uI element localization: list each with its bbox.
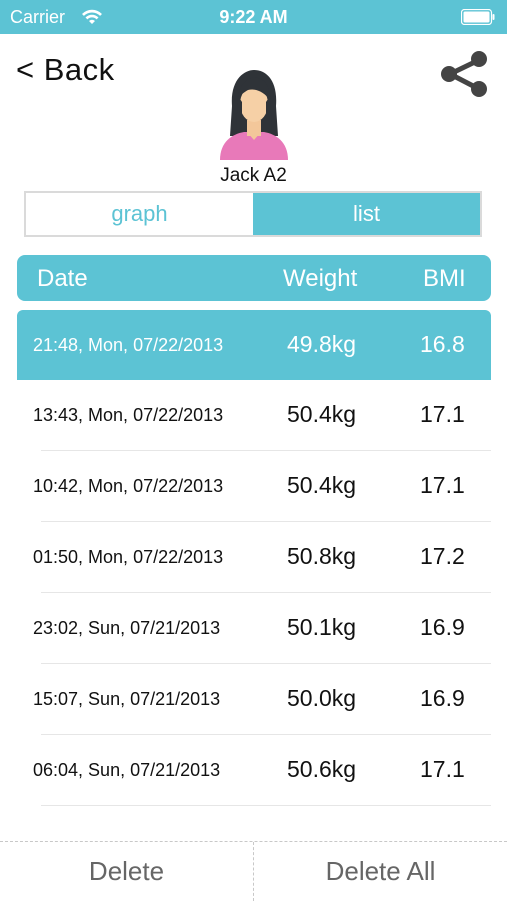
column-header-bmi: BMI [423, 265, 466, 292]
column-header-date: Date [37, 265, 88, 292]
cell-bmi: 17.1 [420, 472, 465, 498]
back-button[interactable]: < Back [16, 52, 115, 88]
status-bar: Carrier 9:22 AM [0, 0, 507, 34]
table-row[interactable]: 15:07, Sun, 07/21/2013 50.0kg 16.9 [17, 664, 491, 735]
cell-weight: 49.8kg [287, 331, 357, 357]
cell-weight: 50.6kg [287, 756, 357, 782]
cell-weight: 50.1kg [287, 614, 357, 640]
avatar [220, 70, 288, 160]
delete-all-button[interactable]: Delete All [254, 842, 507, 901]
cell-weight: 50.4kg [287, 401, 357, 427]
footer-toolbar: Delete Delete All [0, 841, 507, 901]
cell-weight: 50.0kg [287, 685, 357, 711]
table-row[interactable]: 23:02, Sun, 07/21/2013 50.1kg 16.9 [17, 593, 491, 664]
records-list: 21:48, Mon, 07/22/2013 49.8kg 16.8 13:43… [17, 310, 491, 806]
tab-list[interactable]: list [253, 193, 480, 235]
cell-bmi: 17.2 [420, 543, 465, 569]
cell-bmi: 17.1 [420, 756, 465, 782]
user-name: Jack A2 [220, 165, 287, 186]
table-row[interactable]: 06:04, Sun, 07/21/2013 50.6kg 17.1 [17, 735, 491, 806]
cell-bmi: 16.8 [420, 331, 465, 357]
view-segmented-control: graph list [24, 191, 482, 237]
cell-bmi: 16.9 [420, 614, 465, 640]
cell-date: 23:02, Sun, 07/21/2013 [33, 618, 221, 638]
cell-date: 06:04, Sun, 07/21/2013 [33, 760, 221, 780]
table-row[interactable]: 01:50, Mon, 07/22/2013 50.8kg 17.2 [17, 522, 491, 593]
status-time: 9:22 AM [219, 7, 288, 27]
cell-date: 10:42, Mon, 07/22/2013 [33, 476, 224, 496]
delete-button[interactable]: Delete [0, 842, 253, 901]
table-row[interactable]: 10:42, Mon, 07/22/2013 50.4kg 17.1 [17, 451, 491, 522]
column-header-weight: Weight [283, 265, 358, 292]
cell-date: 15:07, Sun, 07/21/2013 [33, 689, 221, 709]
tab-graph[interactable]: graph [26, 193, 253, 235]
row-divider [41, 805, 491, 806]
cell-weight: 50.4kg [287, 472, 357, 498]
table-header: Date Weight BMI [17, 255, 491, 301]
cell-weight: 50.8kg [287, 543, 357, 569]
share-icon[interactable] [436, 48, 492, 100]
table-row[interactable]: 21:48, Mon, 07/22/2013 49.8kg 16.8 [17, 310, 491, 380]
cell-date: 01:50, Mon, 07/22/2013 [33, 547, 224, 567]
battery-icon [461, 9, 495, 25]
table-row[interactable]: 13:43, Mon, 07/22/2013 50.4kg 17.1 [17, 380, 491, 451]
cell-bmi: 17.1 [420, 401, 465, 427]
cell-date: 21:48, Mon, 07/22/2013 [33, 335, 224, 355]
cell-date: 13:43, Mon, 07/22/2013 [33, 405, 224, 425]
cell-bmi: 16.9 [420, 685, 465, 711]
